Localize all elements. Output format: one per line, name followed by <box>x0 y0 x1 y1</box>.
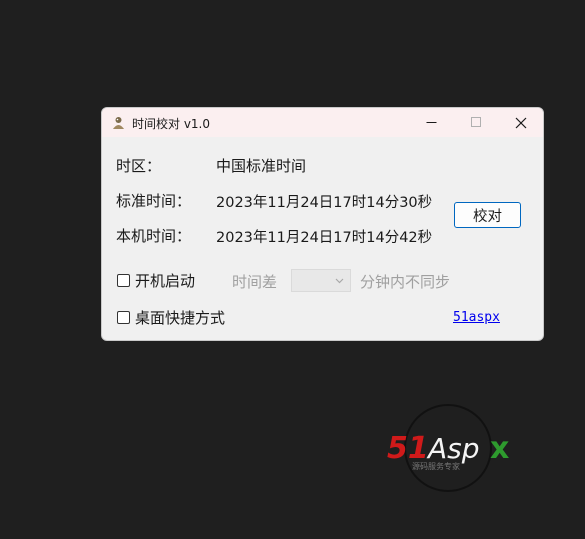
timezone-value: 中国标准时间 <box>216 157 307 175</box>
sync-button[interactable]: 校对 <box>454 202 521 228</box>
maximize-button[interactable] <box>454 108 498 137</box>
time-diff-label: 时间差 <box>232 273 278 291</box>
shortcut-label[interactable]: 桌面快捷方式 <box>135 307 225 328</box>
svg-text:源码服务专家: 源码服务专家 <box>412 461 460 471</box>
close-icon <box>515 117 527 128</box>
minimize-button[interactable] <box>409 108 453 137</box>
svg-text:x: x <box>490 431 509 466</box>
time-diff-select[interactable] <box>291 269 351 292</box>
timezone-label: 时区： <box>116 157 162 175</box>
title-bar[interactable]: 时间校对 v1.0 <box>102 108 543 137</box>
autostart-checkbox[interactable] <box>117 274 130 287</box>
website-link[interactable]: 51aspx <box>453 310 500 325</box>
minimize-icon <box>426 122 436 123</box>
chevron-down-icon <box>335 278 344 284</box>
close-button[interactable] <box>499 108 543 137</box>
standard-time-value: 2023年11月24日17时14分30秒 <box>216 195 433 211</box>
standard-time-label: 标准时间： <box>116 192 192 210</box>
autostart-label[interactable]: 开机启动 <box>135 270 195 291</box>
maximize-icon <box>470 117 481 127</box>
shortcut-checkbox[interactable] <box>117 311 130 324</box>
time-sync-window: 时间校对 v1.0 时区： 中国标准时间 标准时间： 2023年11月24日17… <box>101 107 544 341</box>
time-diff-suffix: 分钟内不同步 <box>360 273 451 291</box>
local-time-label: 本机时间： <box>116 227 192 245</box>
svg-text:Asp: Asp <box>426 432 480 465</box>
local-time-value: 2023年11月24日17时14分42秒 <box>216 230 433 246</box>
window-title: 时间校对 v1.0 <box>132 117 211 131</box>
watermark-logo: 51 Asp x 源码服务专家 <box>387 404 509 492</box>
svg-text:51: 51 <box>387 431 429 466</box>
app-icon <box>113 117 124 129</box>
